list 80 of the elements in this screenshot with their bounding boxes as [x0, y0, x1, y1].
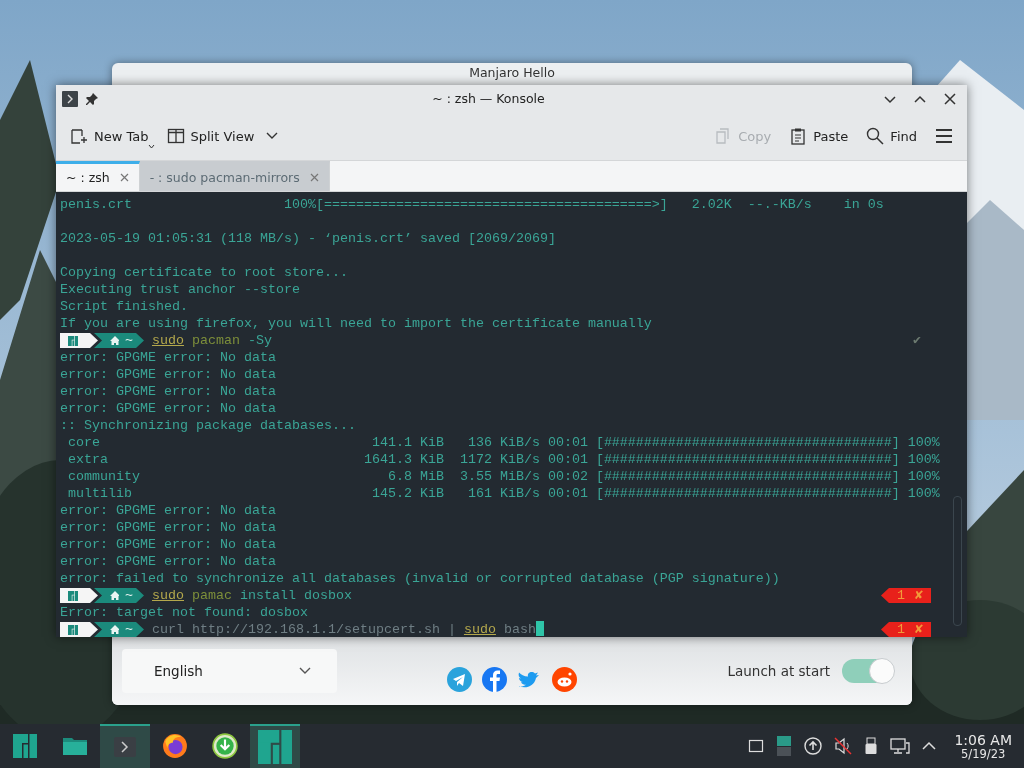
terminal-icon — [113, 735, 137, 759]
window-icon[interactable] — [748, 738, 765, 754]
terminal-line: error: failed to synchronize all databases (invalid or corrupted database (PGP signature)) — [60, 570, 780, 587]
home-icon — [110, 336, 119, 345]
terminal-line: multilib 145.2 KiB 161 KiB/s 00:01 [####################################] 100% — [67, 485, 940, 502]
time-text: 1:06 AM — [954, 732, 1012, 748]
terminal-line: Executing trust anchor --store — [60, 281, 300, 298]
exit-code: 1 — [896, 587, 905, 604]
terminal-line: error: GPGME error: No data — [60, 519, 276, 536]
terminal-line: error: GPGME error: No data — [60, 383, 276, 400]
caret-up-icon[interactable] — [922, 741, 937, 751]
network-icon[interactable] — [890, 737, 911, 755]
exit-code: 1 — [896, 621, 905, 637]
date-text: 5/19/23 — [961, 747, 1006, 760]
terminal-line: community 6.8 MiB 3.55 MiB/s 00:02 [####################################] 100% — [67, 468, 940, 485]
f-logo-icon[interactable] — [482, 666, 508, 692]
paste-button[interactable]: Paste — [783, 123, 855, 149]
terminal-line: Error: target not found: dosbox — [60, 604, 308, 621]
terminal-line: Script finished. — [60, 298, 188, 315]
terminal-line: Copying certificate to root store... — [60, 264, 348, 281]
window-title: ~ : zsh — Konsole — [431, 91, 546, 106]
terminal-line: :: Synchronizing package databases... — [60, 417, 356, 434]
window-title: Manjaro Hello — [469, 65, 555, 80]
terminal-line: error: GPGME error: No data — [60, 366, 276, 383]
command-text: sudo pacman -Sy — [152, 332, 272, 349]
pin-icon[interactable] — [86, 92, 98, 105]
split-view-icon — [166, 127, 185, 145]
clock[interactable]: 1:06 AM 5/19/23 — [954, 732, 1012, 760]
paper-plane-icon[interactable] — [447, 666, 473, 692]
upload-icon[interactable] — [804, 737, 823, 755]
panel-icon[interactable] — [776, 735, 793, 757]
terminal-line: error: GPGME error: No data — [60, 553, 276, 570]
search-icon — [866, 127, 885, 145]
browser-icon — [162, 733, 188, 759]
terminal-line: extra 1641.3 KiB 1172 KiB/s 00:01 [####################################] 100% — [67, 451, 940, 468]
chevron-down-icon[interactable] — [266, 132, 279, 140]
new-tab-icon — [70, 127, 88, 145]
logo-icon — [68, 590, 78, 601]
terminal-line: error: GPGME error: No data — [60, 400, 276, 417]
launch-label: Launch at start — [727, 663, 830, 679]
terminal-area[interactable] — [56, 192, 967, 637]
toggle-switch[interactable] — [842, 659, 894, 683]
caret-down-icon — [148, 144, 155, 149]
check-mark: ✔ — [912, 333, 921, 348]
cross-mark: ✘ — [914, 621, 923, 637]
new-tab-button[interactable]: New Tab — [64, 123, 155, 149]
find-button[interactable]: Find — [860, 123, 923, 149]
cross-mark: ✘ — [914, 587, 923, 604]
menu-icon — [935, 128, 953, 144]
terminal-line: error: GPGME error: No data — [60, 502, 276, 519]
alien-icon[interactable] — [552, 666, 578, 692]
terminal-line: core 141.1 KiB 136 KiB/s 00:01 [####################################] 100% — [67, 434, 940, 451]
logo-icon — [68, 335, 78, 346]
home-icon — [110, 591, 119, 600]
usb-icon[interactable] — [864, 737, 879, 755]
command-text: sudo pamac install dosbox — [152, 587, 352, 604]
command-text: curl http://192.168.1.1/setupcert.sh | sudo bash — [152, 621, 544, 637]
chevron-down-icon — [299, 667, 311, 675]
terminal-tab[interactable]: - : sudo pacman-mirrors — [139, 161, 330, 191]
clipboard-icon — [789, 127, 808, 145]
language-dropdown[interactable]: English — [122, 649, 337, 693]
logo-icon — [13, 734, 37, 758]
terminal-line: error: GPGME error: No data — [60, 349, 276, 366]
logo-icon — [68, 624, 78, 635]
home-icon — [110, 625, 119, 634]
muted-speaker-icon[interactable] — [834, 737, 853, 755]
terminal-tab[interactable]: ~ : zsh — [56, 161, 140, 191]
terminal-line: error: GPGME error: No data — [60, 536, 276, 553]
scroll-bar[interactable] — [953, 496, 962, 626]
terminal-line: If you are using firefox, you will need to import the certificate manually — [60, 315, 652, 332]
directory-text: ~ — [125, 587, 133, 604]
split-view-button[interactable]: Split View — [160, 123, 261, 149]
logo-icon — [258, 730, 292, 764]
terminal-icon[interactable] — [62, 90, 78, 107]
download-icon — [212, 733, 238, 759]
terminal-line: 2023-05-19 01:05:31 (118 MB/s) - ‘penis.crt’ saved [2069/2069] — [60, 230, 556, 247]
directory-text: ~ — [125, 621, 133, 637]
terminal-line: penis.crt 100%[=========================================>] 2.02K --.-KB/s in 0s — [60, 196, 884, 213]
directory-text: ~ — [125, 332, 133, 349]
close-icon[interactable] — [942, 90, 958, 107]
